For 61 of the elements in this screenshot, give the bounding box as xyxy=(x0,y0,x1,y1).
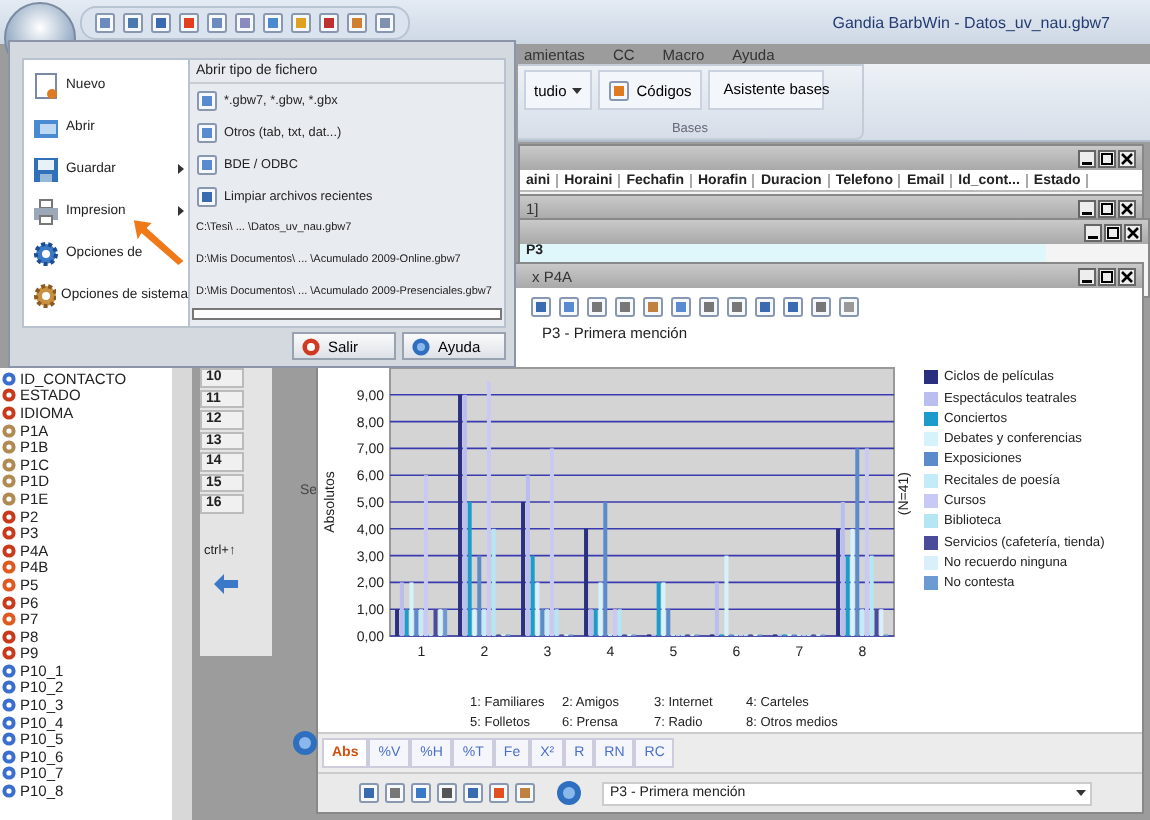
toolbar-icon[interactable] xyxy=(436,782,458,804)
close-icon xyxy=(1120,201,1134,215)
toolbar-icon[interactable] xyxy=(122,11,144,33)
printer-icon xyxy=(32,197,60,225)
scroll-button[interactable] xyxy=(192,308,502,320)
toolbar-icon[interactable] xyxy=(514,782,536,804)
toolbar-icon[interactable] xyxy=(782,295,804,317)
toolbar-icon[interactable] xyxy=(530,295,552,317)
close-icon xyxy=(1120,269,1134,283)
maximize-button[interactable] xyxy=(1098,267,1116,285)
toolbar-icon[interactable] xyxy=(810,295,832,317)
maximize-icon xyxy=(1100,269,1114,283)
toolbar-icon[interactable] xyxy=(150,11,172,33)
toolbar-icon[interactable] xyxy=(726,295,748,317)
toolbar-icon[interactable] xyxy=(614,295,636,317)
toolbar-icon[interactable] xyxy=(346,11,368,33)
minimize-button[interactable] xyxy=(1084,223,1102,241)
toolbar-icon[interactable] xyxy=(178,11,200,33)
navigate-icon[interactable] xyxy=(212,571,240,595)
close-icon xyxy=(1126,225,1140,239)
minimize-button[interactable] xyxy=(1078,199,1096,217)
help-icon xyxy=(412,337,430,355)
maximize-icon xyxy=(1100,151,1114,165)
toolbar-icon[interactable] xyxy=(698,295,720,317)
window-title: Gandia BarbWin - Datos_uv_nau.gbw7 xyxy=(832,13,1110,31)
toolbar-icon[interactable] xyxy=(586,295,608,317)
minimize-button[interactable] xyxy=(1078,267,1096,285)
toolbar-icon[interactable] xyxy=(642,295,664,317)
close-icon xyxy=(1120,151,1134,165)
toolbar-icon[interactable] xyxy=(206,11,228,33)
toolbar-icon[interactable] xyxy=(488,782,510,804)
toolbar-icon[interactable] xyxy=(94,11,116,33)
maximize-button[interactable] xyxy=(1098,149,1116,167)
toolbar-icon[interactable] xyxy=(318,11,340,33)
toolbar-icon[interactable] xyxy=(410,782,432,804)
toolbar-icon[interactable] xyxy=(838,295,860,317)
gear-icon xyxy=(32,239,60,267)
submenu-arrow-icon xyxy=(178,206,184,216)
close-button[interactable] xyxy=(1124,223,1142,241)
document-icon xyxy=(32,71,60,99)
caret-icon xyxy=(572,87,583,93)
toolbar-icon[interactable] xyxy=(358,782,380,804)
toolbar-icon[interactable] xyxy=(234,11,256,33)
toolbar-icon[interactable] xyxy=(462,782,484,804)
toolbar-icon[interactable] xyxy=(670,295,692,317)
submenu-arrow-icon xyxy=(178,164,184,174)
help-icon[interactable] xyxy=(556,780,582,806)
gear-icon xyxy=(32,281,56,309)
close-button[interactable] xyxy=(1118,149,1136,167)
minimize-button[interactable] xyxy=(1078,149,1096,167)
power-icon xyxy=(302,337,320,355)
annotation-arrow xyxy=(130,216,186,268)
toolbar-icon[interactable] xyxy=(558,295,580,317)
toolbar-icon[interactable] xyxy=(384,782,406,804)
close-button[interactable] xyxy=(1118,267,1136,285)
toolbar-icon[interactable] xyxy=(754,295,776,317)
close-button[interactable] xyxy=(1118,199,1136,217)
caret-icon xyxy=(1076,790,1087,796)
help-icon[interactable] xyxy=(292,730,318,756)
toolbar-icon[interactable] xyxy=(374,11,396,33)
toolbar-icon[interactable] xyxy=(262,11,284,33)
